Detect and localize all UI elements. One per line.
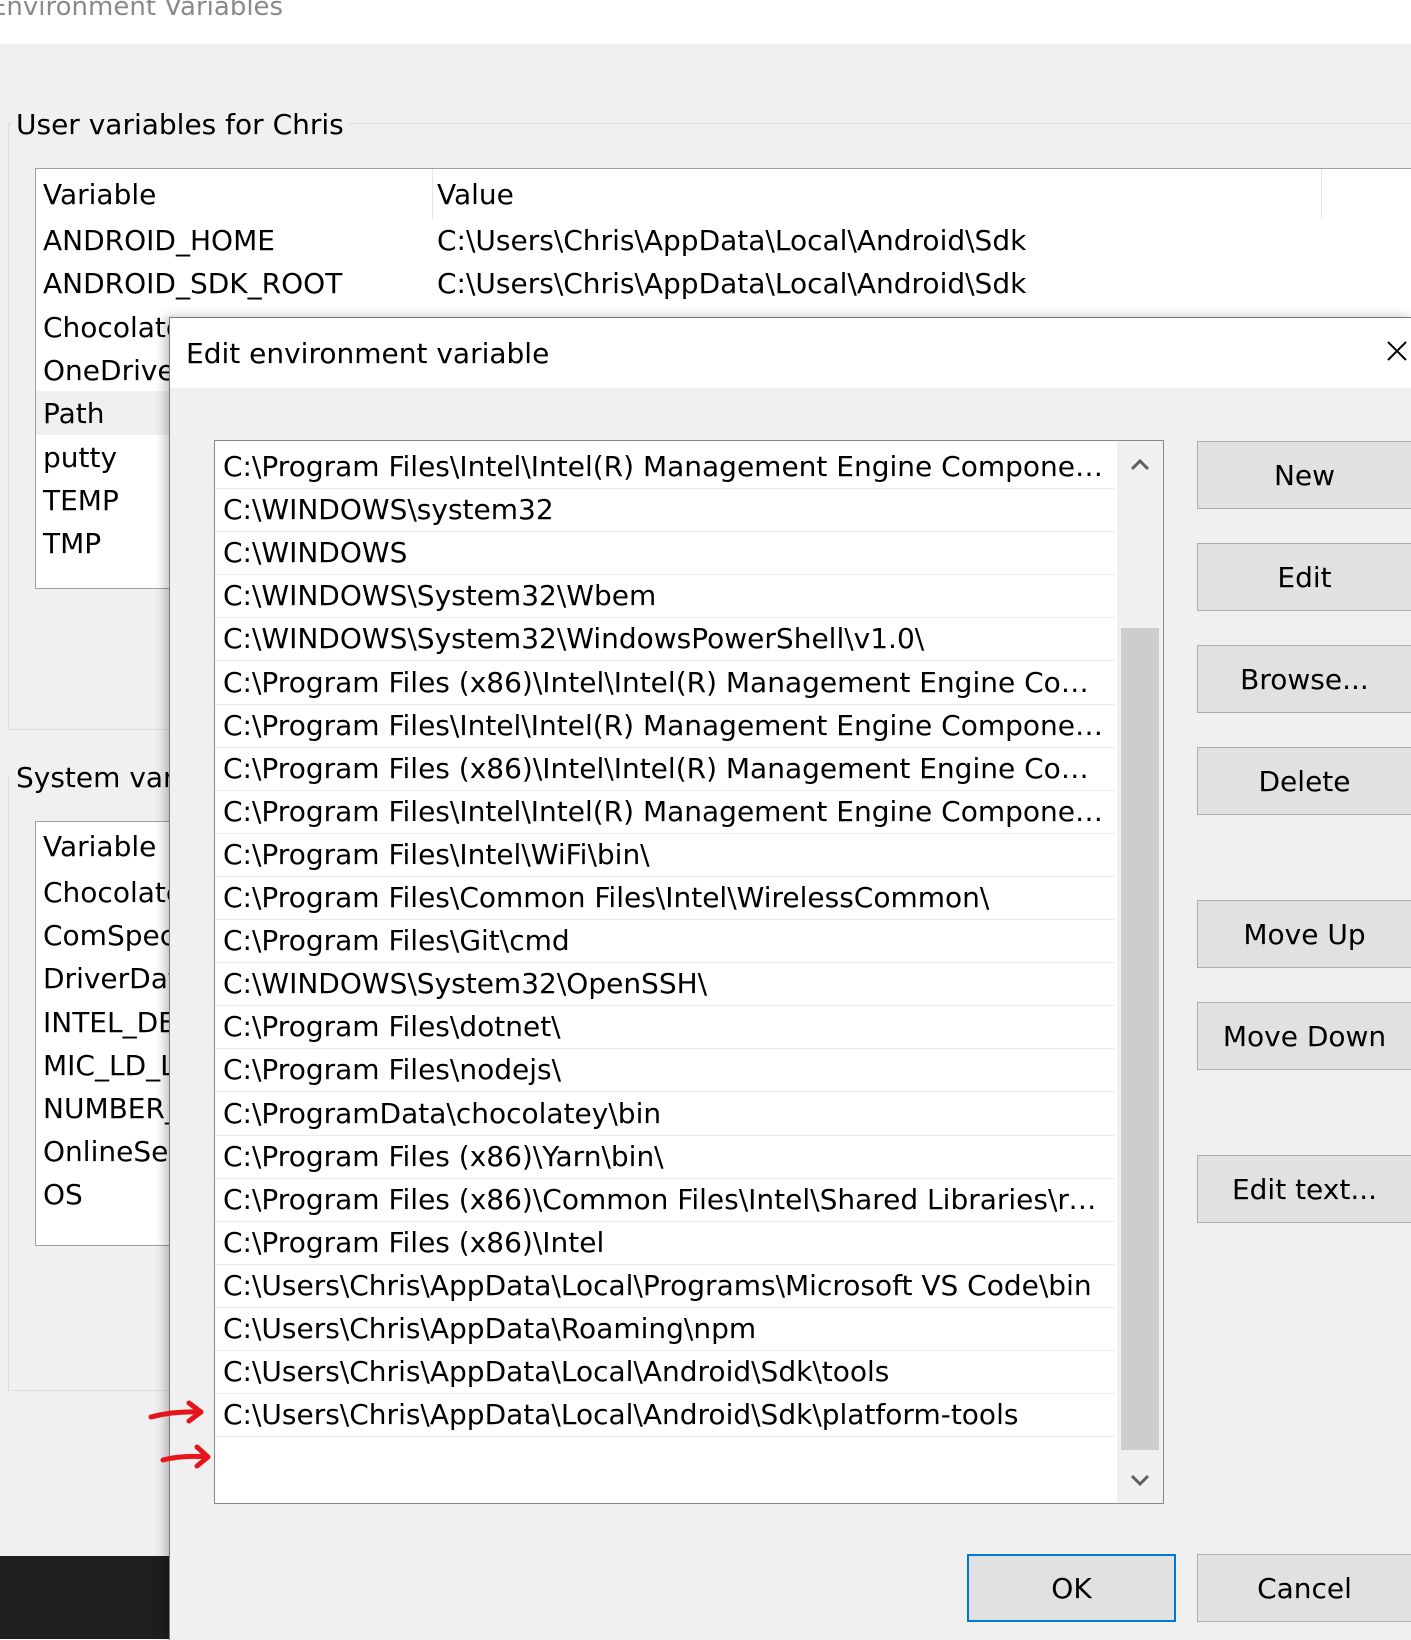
path-entry-text: C:\Program Files (x86)\Intel\Intel(R) Ma…: [223, 751, 1107, 785]
path-list-item[interactable]: C:\Program Files\dotnet\: [215, 1004, 1115, 1050]
path-list-item[interactable]: C:\Users\Chris\AppData\Local\Android\Sdk…: [215, 1392, 1115, 1438]
path-list-item[interactable]: C:\Program Files\Intel\Intel(R) Manageme…: [215, 703, 1115, 748]
path-list-item[interactable]: C:\Program Files\Intel\Intel(R) Manageme…: [215, 444, 1115, 489]
variable-name: TMP: [43, 527, 102, 561]
path-entry-text: C:\Program Files (x86)\Common Files\Inte…: [223, 1182, 1107, 1216]
env-window-title: Environment Variables: [0, 0, 284, 22]
path-entry-text: C:\Program Files (x86)\Yarn\bin\: [223, 1139, 664, 1173]
dialog-title: Edit environment variable: [186, 337, 550, 370]
path-list-item[interactable]: C:\Program Files\Git\cmd: [215, 918, 1115, 964]
path-list-item[interactable]: C:\ProgramData\chocolatey\bin: [215, 1091, 1115, 1136]
path-entry-text: C:\Users\Chris\AppData\Local\Programs\Mi…: [223, 1268, 1092, 1302]
path-entry-text: C:\Program Files\dotnet\: [223, 1010, 561, 1044]
browse-button[interactable]: Browse...: [1197, 645, 1411, 713]
edit-text-button[interactable]: Edit text...: [1197, 1155, 1411, 1223]
user-variables-label: User variables for Chris: [12, 108, 348, 141]
path-entry-text: C:\WINDOWS\System32\OpenSSH\: [223, 967, 708, 1001]
variable-name: ANDROID_HOME: [43, 224, 275, 257]
list-scrollbar[interactable]: [1117, 441, 1163, 1503]
scroll-down-arrow-icon[interactable]: [1117, 1457, 1163, 1503]
edit-environment-variable-dialog: Edit environment variable C:\Program Fil…: [169, 317, 1411, 1640]
new-button[interactable]: New: [1197, 441, 1411, 509]
path-entry-text: C:\Program Files\Git\cmd: [223, 924, 570, 958]
path-list-item[interactable]: C:\Program Files (x86)\Intel: [215, 1220, 1115, 1265]
env-window-titlebar: Environment Variables: [0, 0, 1411, 44]
path-list-item[interactable]: C:\Users\Chris\AppData\Roaming\npm: [215, 1306, 1115, 1351]
path-entry-text: C:\WINDOWS: [223, 536, 408, 570]
path-entry-text: C:\Program Files\Common Files\Intel\Wire…: [223, 881, 990, 914]
path-entry-text: C:\Program Files\Intel\WiFi\bin\: [223, 837, 650, 871]
path-list-item[interactable]: C:\Program Files\Intel\Intel(R) Manageme…: [215, 789, 1115, 834]
variable-name: TEMP: [43, 483, 119, 517]
variable-name: Chocolate: [43, 876, 184, 909]
variable-name: Chocolate: [43, 310, 184, 344]
table-row[interactable]: ANDROID_SDK_ROOT C:\Users\Chris\AppData\L…: [36, 261, 1411, 305]
path-entry-text: C:\Program Files\Intel\Intel(R) Manageme…: [223, 794, 1107, 828]
path-entry-text: C:\WINDOWS\System32\WindowsPowerShell\v1…: [223, 622, 925, 656]
variable-value: C:\Users\Chris\AppData\Local\Android\Sdk: [437, 267, 1027, 301]
scroll-up-arrow-icon[interactable]: [1117, 441, 1163, 487]
path-list-item[interactable]: C:\Program Files\Intel\WiFi\bin\: [215, 832, 1115, 877]
path-list-item[interactable]: C:\Program Files (x86)\Common Files\Inte…: [215, 1177, 1115, 1222]
path-entry-text: C:\Users\Chris\AppData\Local\Android\Sdk…: [223, 1398, 1019, 1432]
move-down-button[interactable]: Move Down: [1197, 1002, 1411, 1070]
path-entry-text: C:\Program Files (x86)\Intel: [223, 1225, 605, 1259]
path-entry-text: C:\Program Files\Intel\Intel(R) Manageme…: [223, 450, 1107, 483]
path-list-item[interactable]: C:\WINDOWS: [215, 530, 1115, 576]
path-list-item[interactable]: C:\Users\Chris\AppData\Local\Android\Sdk…: [215, 1349, 1115, 1395]
path-entry-text: C:\WINDOWS\system32: [223, 493, 554, 527]
scrollbar-thumb[interactable]: [1121, 628, 1159, 1450]
variable-name: OneDrive: [43, 353, 175, 387]
path-list-item[interactable]: C:\Program Files\Common Files\Intel\Wire…: [215, 875, 1115, 920]
path-entry-text: C:\Users\Chris\AppData\Roaming\npm: [223, 1312, 757, 1345]
edit-button[interactable]: Edit: [1197, 543, 1411, 611]
path-entries-list[interactable]: C:\Program Files\Intel\Intel(R) Manageme…: [214, 440, 1164, 1504]
path-entry-text: C:\WINDOWS\System32\Wbem: [223, 579, 657, 613]
variable-name: DriverDat: [43, 962, 179, 996]
column-header-variable[interactable]: Variable: [43, 178, 156, 211]
variable-name: putty: [43, 440, 118, 474]
path-list-item[interactable]: C:\WINDOWS\system32: [215, 487, 1115, 533]
variable-name: NUMBER_: [43, 1092, 179, 1125]
dark-background-strip: [0, 1556, 170, 1639]
path-list-item[interactable]: C:\Users\Chris\AppData\Local\Programs\Mi…: [215, 1263, 1115, 1308]
table-row[interactable]: ANDROID_HOME C:\Users\Chris\AppData\Local…: [36, 218, 1411, 262]
path-list-item[interactable]: C:\WINDOWS\System32\WindowsPowerShell\v1…: [215, 616, 1115, 662]
variable-name: ComSpec: [43, 919, 176, 953]
variable-name: Path: [43, 397, 105, 431]
path-entry-text: C:\Program Files (x86)\Intel\Intel(R) Ma…: [223, 665, 1107, 699]
table-header: Variable Value: [36, 169, 1411, 219]
close-icon[interactable]: [1378, 334, 1411, 368]
dialog-titlebar: Edit environment variable: [170, 318, 1411, 388]
path-list-item[interactable]: C:\WINDOWS\System32\Wbem: [215, 573, 1115, 619]
variable-name: INTEL_DE: [43, 1005, 176, 1039]
path-entry-text: C:\ProgramData\chocolatey\bin: [223, 1096, 662, 1130]
path-list-item[interactable]: C:\Program Files (x86)\Intel\Intel(R) Ma…: [215, 660, 1115, 705]
path-entry-text: C:\Program Files\Intel\Intel(R) Manageme…: [223, 708, 1107, 742]
path-entry-text: C:\Program Files\nodejs\: [223, 1053, 562, 1087]
path-list-item[interactable]: C:\WINDOWS\System32\OpenSSH\: [215, 961, 1115, 1007]
path-list-item[interactable]: C:\Program Files (x86)\Yarn\bin\: [215, 1134, 1115, 1179]
variable-name: OS: [43, 1178, 83, 1212]
variable-name: MIC_LD_L: [43, 1048, 176, 1082]
column-header-variable[interactable]: Variable: [43, 830, 156, 863]
path-entry-text: C:\Users\Chris\AppData\Local\Android\Sdk…: [223, 1355, 890, 1389]
ok-button[interactable]: OK: [967, 1554, 1176, 1622]
variable-value: C:\Users\Chris\AppData\Local\Android\Sdk: [437, 224, 1027, 257]
red-annotation-arrow-icon: [148, 1400, 211, 1469]
variable-name: ANDROID_SDK_ROOT: [43, 267, 343, 301]
cancel-button[interactable]: Cancel: [1197, 1554, 1411, 1622]
path-list-item[interactable]: C:\Program Files\nodejs\: [215, 1047, 1115, 1093]
path-list-item[interactable]: C:\Program Files (x86)\Intel\Intel(R) Ma…: [215, 746, 1115, 791]
move-up-button[interactable]: Move Up: [1197, 900, 1411, 968]
delete-button[interactable]: Delete: [1197, 747, 1411, 815]
variable-name: OnlineSer: [43, 1135, 180, 1169]
column-header-value[interactable]: Value: [437, 178, 514, 211]
